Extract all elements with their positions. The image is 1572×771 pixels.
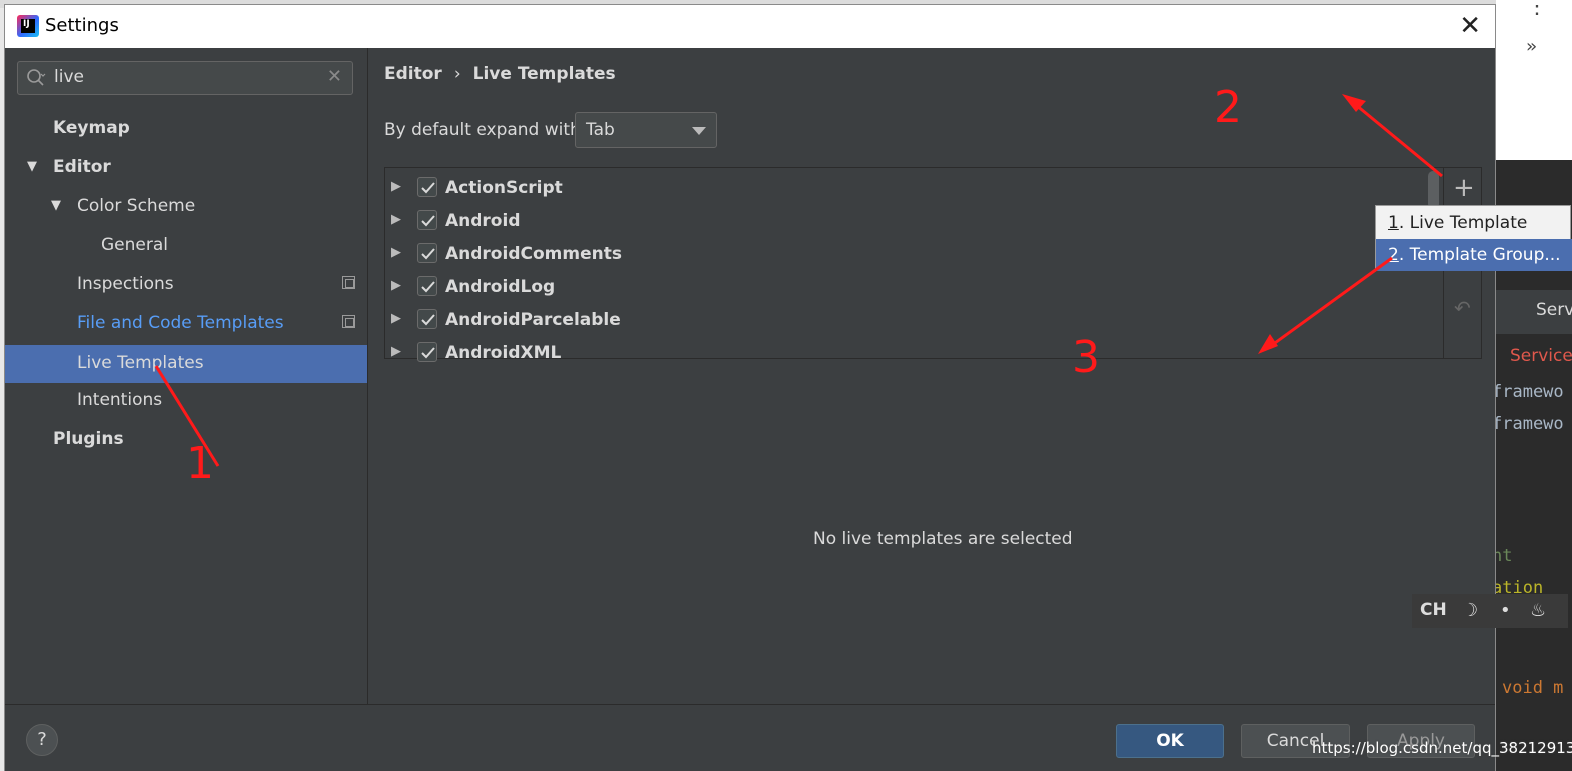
watermark: https://blog.csdn.net/qq_38212913 [1312,739,1572,757]
annotation-label: 2 [1214,82,1242,133]
annotation-label: 3 [1072,332,1100,383]
ime-toolbar: CH ☽ • ♨ [1412,594,1568,628]
skin-icon[interactable]: ♨ [1530,600,1546,621]
moon-icon[interactable]: ☽ [1462,600,1478,621]
ime-language-label[interactable]: CH [1420,600,1447,620]
punctuation-icon[interactable]: • [1500,600,1511,621]
annotation-label: 1 [186,438,214,489]
annotation-arrows [154,94,1443,467]
